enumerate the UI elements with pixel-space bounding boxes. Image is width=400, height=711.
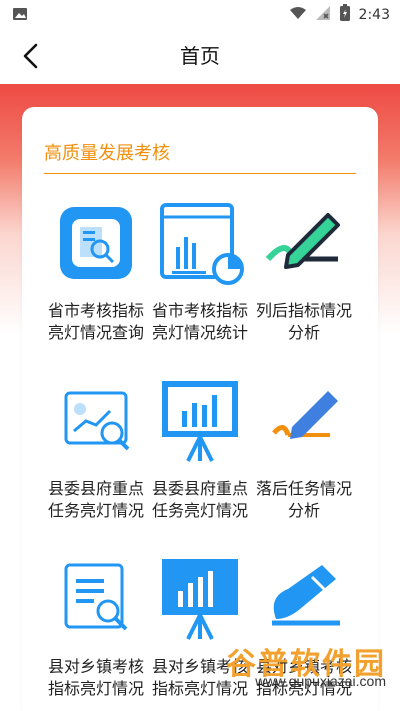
- app-bar: 首页: [0, 28, 400, 84]
- content-card: 高质量发展考核 省市考核指标亮灯情况查询 省市考核指标亮灯情况统计 列后指标情况…: [22, 107, 378, 711]
- tile-province-indicator-report[interactable]: 省市考核指标亮灯情况统计报表: [148, 197, 252, 367]
- section-divider: [44, 173, 356, 174]
- image-icon: [12, 6, 28, 26]
- tile-county-task-report[interactable]: 县委县府重点任务亮灯情况统计报表: [148, 375, 252, 545]
- section-title: 高质量发展考核: [44, 143, 170, 163]
- watermark: 谷普软件园 www.gupuxiazai.com: [206, 639, 386, 693]
- no-signal-icon: [315, 5, 331, 25]
- document-search-icon: [50, 553, 142, 645]
- tile-province-indicator-query[interactable]: 省市考核指标亮灯情况查询: [44, 197, 148, 367]
- pen-curve-icon: [258, 553, 350, 645]
- pencil-icon: [258, 375, 350, 467]
- tile-county-task-query[interactable]: 县委县府重点任务亮灯情况查询: [44, 375, 148, 545]
- tile-town-indicator-query[interactable]: 县对乡镇考核指标亮灯情况查询: [44, 553, 148, 711]
- status-time: 2:43: [358, 7, 390, 23]
- tile-label: 县委县府重点任务亮灯情况查询: [47, 481, 144, 520]
- image-search-icon: [50, 375, 142, 467]
- board-chart-icon: [154, 553, 246, 645]
- watermark-url: www.gupuxiazai.com: [255, 673, 386, 689]
- tile-label: 落后任务情况分析: [255, 481, 352, 520]
- pen-analysis-icon: [258, 197, 350, 289]
- tile-label: 县对乡镇考核指标亮灯情况查询: [47, 659, 144, 698]
- tile-label: 县委县府重点任务亮灯情况统计报表: [151, 481, 248, 520]
- report-search-icon: [50, 197, 142, 289]
- tile-lagging-indicator-analysis[interactable]: 列后指标情况分析: [252, 197, 356, 367]
- chart-report-icon: [154, 197, 246, 289]
- page-title: 首页: [180, 44, 220, 68]
- tile-lagging-task-analysis[interactable]: 落后任务情况分析: [252, 375, 356, 545]
- tile-label: 省市考核指标亮灯情况统计报表: [151, 303, 248, 342]
- battery-icon: [339, 4, 351, 26]
- tile-label: 列后指标情况分析: [255, 303, 352, 342]
- tile-label: 省市考核指标亮灯情况查询: [47, 303, 144, 342]
- presentation-chart-icon: [154, 375, 246, 467]
- wifi-icon: [289, 6, 307, 24]
- status-bar: 2:43: [0, 0, 400, 28]
